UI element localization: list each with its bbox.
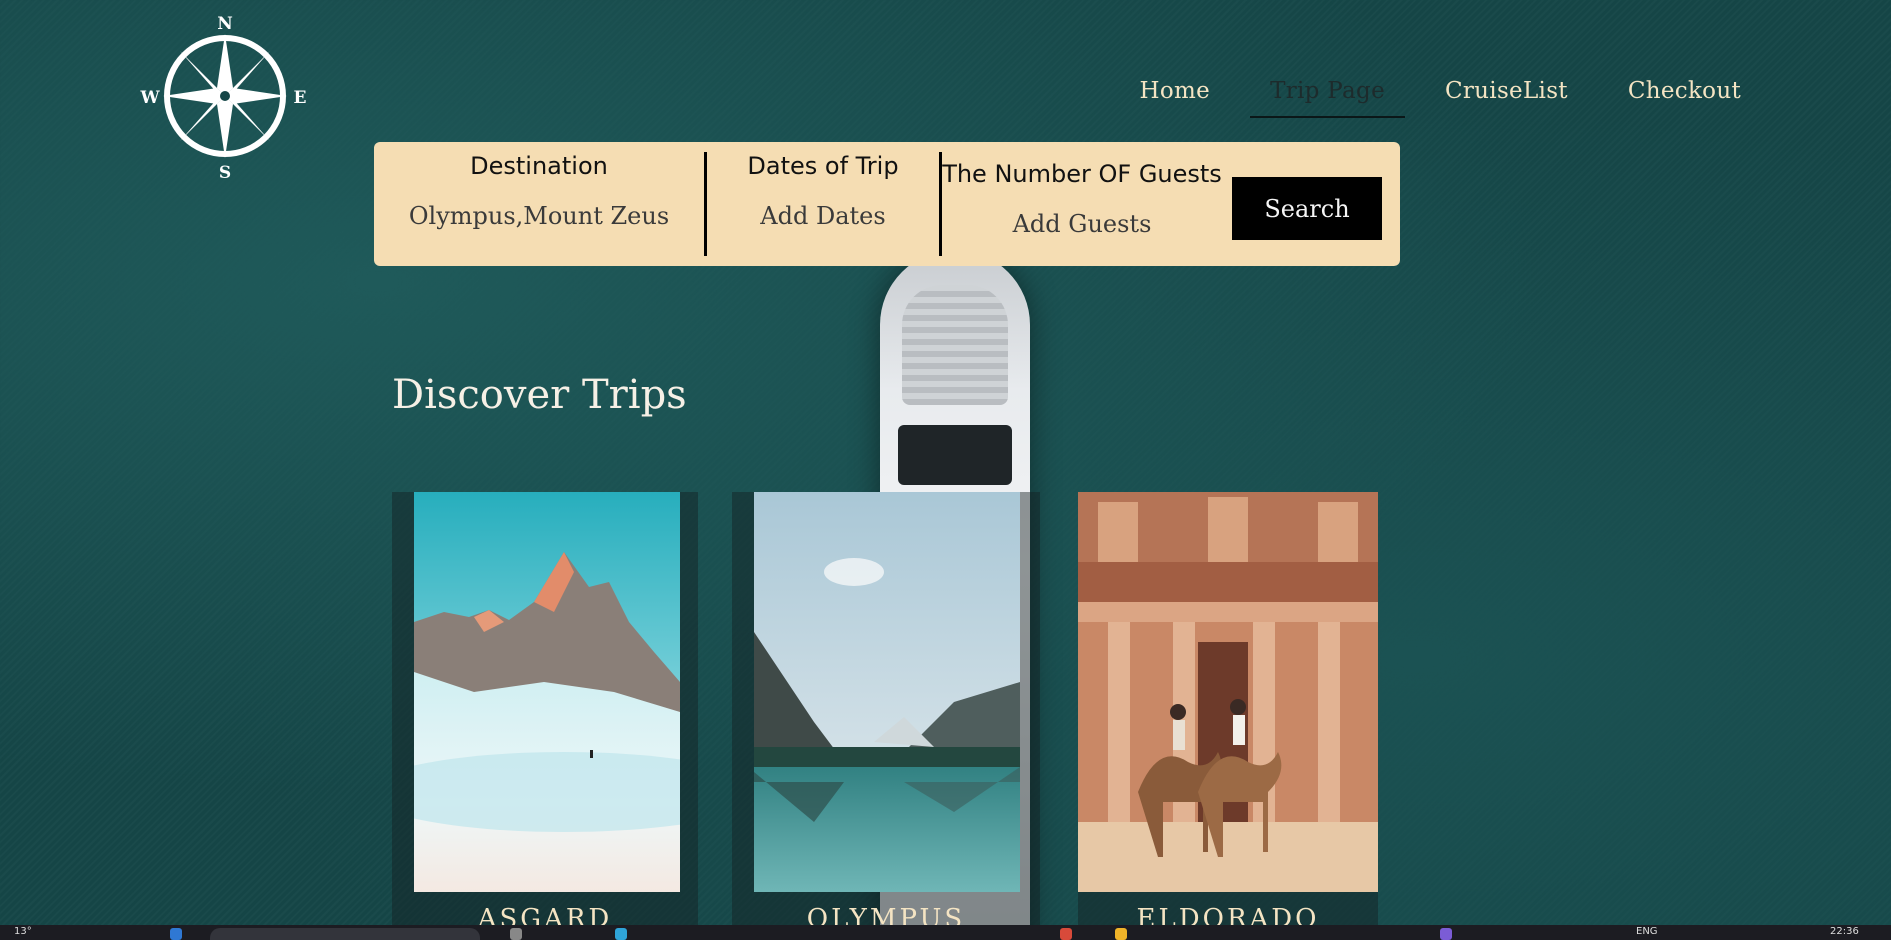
search-button[interactable]: Search xyxy=(1232,177,1382,240)
destination-section: Destination Olympus,Mount Zeus xyxy=(374,142,704,266)
taskbar-app-icon[interactable] xyxy=(1060,928,1072,940)
taskbar-app-icon[interactable] xyxy=(510,928,522,940)
compass-rose-icon[interactable]: N S W E xyxy=(140,12,310,182)
main-nav: Home Trip Page CruiseList Checkout xyxy=(1120,78,1761,118)
taskbar-app-icon[interactable] xyxy=(615,928,627,940)
taskbar-app-icon[interactable] xyxy=(1115,928,1127,940)
nav-home[interactable]: Home xyxy=(1120,78,1231,116)
os-taskbar: 13° ENG 22:36 xyxy=(0,925,1891,940)
guests-section: The Number OF Guests Add Guests xyxy=(942,142,1222,266)
taskbar-app-icon[interactable] xyxy=(1440,928,1452,940)
trip-card-olympus[interactable]: OLYMPUS xyxy=(732,492,1040,940)
compass-east-label: E xyxy=(294,88,307,108)
compass-west-label: W xyxy=(140,88,160,108)
taskbar-clock[interactable]: 22:36 xyxy=(1830,926,1859,937)
dates-section: Dates of Trip Add Dates xyxy=(707,142,939,266)
compass-north-label: N xyxy=(217,14,233,34)
trip-card-eldorado[interactable]: ELDORADO xyxy=(1078,492,1378,940)
compass-south-label: S xyxy=(219,163,231,182)
guests-label: The Number OF Guests xyxy=(942,160,1222,188)
yacht-windshield xyxy=(898,425,1012,485)
taskbar-app-icon[interactable] xyxy=(170,928,182,940)
nav-trip-page[interactable]: Trip Page xyxy=(1250,78,1405,118)
snowy-mountain-photo xyxy=(414,492,680,892)
dates-label: Dates of Trip xyxy=(747,152,899,180)
taskbar-language[interactable]: ENG xyxy=(1636,926,1658,937)
dates-field[interactable]: Add Dates xyxy=(760,202,885,230)
guests-field[interactable]: Add Guests xyxy=(1013,210,1152,238)
yacht-deck xyxy=(902,285,1008,405)
taskbar-search-input[interactable] xyxy=(210,928,480,940)
destination-label: Destination xyxy=(470,152,608,180)
petra-camels-photo xyxy=(1078,492,1378,892)
destination-field[interactable]: Olympus,Mount Zeus xyxy=(409,202,669,230)
trip-search-bar: Destination Olympus,Mount Zeus Dates of … xyxy=(374,142,1400,266)
nav-checkout[interactable]: Checkout xyxy=(1608,78,1761,116)
taskbar-weather[interactable]: 13° xyxy=(14,926,32,937)
nav-cruiselist[interactable]: CruiseList xyxy=(1425,78,1588,116)
trip-card-asgard[interactable]: ASGARD xyxy=(392,492,698,940)
discover-trips-title: Discover Trips xyxy=(392,372,687,418)
mountain-lake-photo xyxy=(754,492,1020,892)
